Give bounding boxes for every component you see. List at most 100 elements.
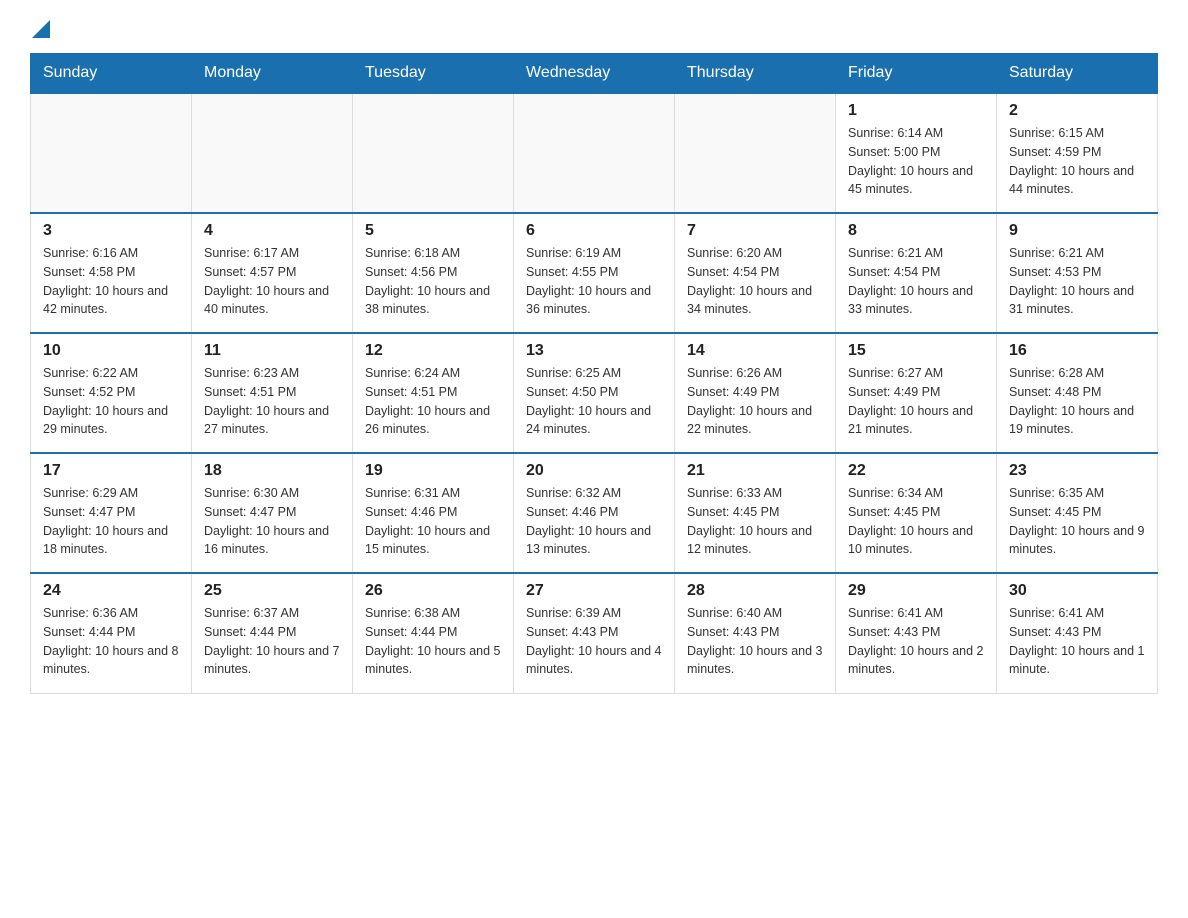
- calendar-cell: 20 Sunrise: 6:32 AMSunset: 4:46 PMDayligh…: [514, 453, 675, 573]
- day-number: 5: [365, 222, 501, 240]
- day-info: Sunrise: 6:41 AMSunset: 4:43 PMDaylight:…: [1009, 604, 1145, 679]
- day-number: 17: [43, 462, 179, 480]
- calendar-cell: 10 Sunrise: 6:22 AMSunset: 4:52 PMDayligh…: [31, 333, 192, 453]
- day-info: Sunrise: 6:30 AMSunset: 4:47 PMDaylight:…: [204, 484, 340, 559]
- calendar-cell: 19 Sunrise: 6:31 AMSunset: 4:46 PMDayligh…: [353, 453, 514, 573]
- calendar-table: SundayMondayTuesdayWednesdayThursdayFrid…: [30, 53, 1158, 694]
- day-number: 22: [848, 462, 984, 480]
- day-info: Sunrise: 6:31 AMSunset: 4:46 PMDaylight:…: [365, 484, 501, 559]
- calendar-cell: 28Sunrise: 6:40 AMSunset: 4:43 PMDayligh…: [675, 573, 836, 693]
- day-number: 4: [204, 222, 340, 240]
- day-number: 3: [43, 222, 179, 240]
- day-info: Sunrise: 6:22 AMSunset: 4:52 PMDaylight:…: [43, 364, 179, 439]
- calendar-cell: [31, 93, 192, 213]
- calendar-weekday-wednesday: Wednesday: [514, 54, 675, 94]
- calendar-weekday-monday: Monday: [192, 54, 353, 94]
- day-info: Sunrise: 6:35 AMSunset: 4:45 PMDaylight:…: [1009, 484, 1145, 559]
- day-number: 29: [848, 582, 984, 600]
- calendar-cell: 15 Sunrise: 6:27 AMSunset: 4:49 PMDayligh…: [836, 333, 997, 453]
- day-number: 23: [1009, 462, 1145, 480]
- day-info: Sunrise: 6:16 AMSunset: 4:58 PMDaylight:…: [43, 244, 179, 319]
- calendar-cell: 23 Sunrise: 6:35 AMSunset: 4:45 PMDayligh…: [997, 453, 1158, 573]
- calendar-cell: 17 Sunrise: 6:29 AMSunset: 4:47 PMDayligh…: [31, 453, 192, 573]
- day-info: Sunrise: 6:15 AMSunset: 4:59 PMDaylight:…: [1009, 124, 1145, 199]
- day-info: Sunrise: 6:24 AMSunset: 4:51 PMDaylight:…: [365, 364, 501, 439]
- day-number: 15: [848, 342, 984, 360]
- calendar-cell: 9 Sunrise: 6:21 AMSunset: 4:53 PMDaylight…: [997, 213, 1158, 333]
- day-info: Sunrise: 6:39 AMSunset: 4:43 PMDaylight:…: [526, 604, 662, 679]
- calendar-cell: 6 Sunrise: 6:19 AMSunset: 4:55 PMDaylight…: [514, 213, 675, 333]
- calendar-cell: 4 Sunrise: 6:17 AMSunset: 4:57 PMDaylight…: [192, 213, 353, 333]
- logo: [30, 20, 50, 43]
- calendar-cell: 16 Sunrise: 6:28 AMSunset: 4:48 PMDayligh…: [997, 333, 1158, 453]
- calendar-cell: 27 Sunrise: 6:39 AMSunset: 4:43 PMDayligh…: [514, 573, 675, 693]
- day-number: 16: [1009, 342, 1145, 360]
- calendar-cell: 12Sunrise: 6:24 AMSunset: 4:51 PMDayligh…: [353, 333, 514, 453]
- day-number: 24: [43, 582, 179, 600]
- calendar-week-row: 1 Sunrise: 6:14 AMSunset: 5:00 PMDaylight…: [31, 93, 1158, 213]
- calendar-weekday-tuesday: Tuesday: [353, 54, 514, 94]
- calendar-cell: [675, 93, 836, 213]
- day-number: 7: [687, 222, 823, 240]
- day-info: Sunrise: 6:19 AMSunset: 4:55 PMDaylight:…: [526, 244, 662, 319]
- day-info: Sunrise: 6:26 AMSunset: 4:49 PMDaylight:…: [687, 364, 823, 439]
- page-header: [30, 20, 1158, 43]
- day-number: 30: [1009, 582, 1145, 600]
- day-number: 20: [526, 462, 662, 480]
- day-info: Sunrise: 6:41 AMSunset: 4:43 PMDaylight:…: [848, 604, 984, 679]
- calendar-cell: 13 Sunrise: 6:25 AMSunset: 4:50 PMDayligh…: [514, 333, 675, 453]
- day-info: Sunrise: 6:38 AMSunset: 4:44 PMDaylight:…: [365, 604, 501, 679]
- day-info: Sunrise: 6:25 AMSunset: 4:50 PMDaylight:…: [526, 364, 662, 439]
- calendar-cell: [514, 93, 675, 213]
- calendar-header-row: SundayMondayTuesdayWednesdayThursdayFrid…: [31, 54, 1158, 94]
- calendar-weekday-sunday: Sunday: [31, 54, 192, 94]
- calendar-week-row: 10 Sunrise: 6:22 AMSunset: 4:52 PMDayligh…: [31, 333, 1158, 453]
- day-info: Sunrise: 6:40 AMSunset: 4:43 PMDaylight:…: [687, 604, 823, 679]
- day-info: Sunrise: 6:33 AMSunset: 4:45 PMDaylight:…: [687, 484, 823, 559]
- day-number: 10: [43, 342, 179, 360]
- calendar-cell: 3 Sunrise: 6:16 AMSunset: 4:58 PMDaylight…: [31, 213, 192, 333]
- calendar-cell: 5 Sunrise: 6:18 AMSunset: 4:56 PMDaylight…: [353, 213, 514, 333]
- calendar-week-row: 24 Sunrise: 6:36 AMSunset: 4:44 PMDayligh…: [31, 573, 1158, 693]
- calendar-cell: 29 Sunrise: 6:41 AMSunset: 4:43 PMDayligh…: [836, 573, 997, 693]
- logo-arrow-icon: [32, 20, 50, 38]
- day-number: 27: [526, 582, 662, 600]
- day-info: Sunrise: 6:36 AMSunset: 4:44 PMDaylight:…: [43, 604, 179, 679]
- day-number: 19: [365, 462, 501, 480]
- day-number: 9: [1009, 222, 1145, 240]
- day-info: Sunrise: 6:32 AMSunset: 4:46 PMDaylight:…: [526, 484, 662, 559]
- calendar-cell: [353, 93, 514, 213]
- day-number: 8: [848, 222, 984, 240]
- calendar-cell: 1 Sunrise: 6:14 AMSunset: 5:00 PMDaylight…: [836, 93, 997, 213]
- day-info: Sunrise: 6:14 AMSunset: 5:00 PMDaylight:…: [848, 124, 984, 199]
- calendar-cell: [192, 93, 353, 213]
- calendar-cell: 7Sunrise: 6:20 AMSunset: 4:54 PMDaylight…: [675, 213, 836, 333]
- calendar-cell: 26 Sunrise: 6:38 AMSunset: 4:44 PMDayligh…: [353, 573, 514, 693]
- calendar-cell: 11Sunrise: 6:23 AMSunset: 4:51 PMDayligh…: [192, 333, 353, 453]
- calendar-cell: 25Sunrise: 6:37 AMSunset: 4:44 PMDayligh…: [192, 573, 353, 693]
- calendar-header: SundayMondayTuesdayWednesdayThursdayFrid…: [31, 54, 1158, 94]
- day-number: 11: [204, 342, 340, 360]
- day-info: Sunrise: 6:21 AMSunset: 4:53 PMDaylight:…: [1009, 244, 1145, 319]
- calendar-weekday-thursday: Thursday: [675, 54, 836, 94]
- day-number: 13: [526, 342, 662, 360]
- day-info: Sunrise: 6:17 AMSunset: 4:57 PMDaylight:…: [204, 244, 340, 319]
- calendar-cell: 24 Sunrise: 6:36 AMSunset: 4:44 PMDayligh…: [31, 573, 192, 693]
- day-number: 26: [365, 582, 501, 600]
- day-number: 21: [687, 462, 823, 480]
- day-info: Sunrise: 6:21 AMSunset: 4:54 PMDaylight:…: [848, 244, 984, 319]
- day-info: Sunrise: 6:29 AMSunset: 4:47 PMDaylight:…: [43, 484, 179, 559]
- day-info: Sunrise: 6:18 AMSunset: 4:56 PMDaylight:…: [365, 244, 501, 319]
- day-number: 2: [1009, 102, 1145, 120]
- day-number: 25: [204, 582, 340, 600]
- day-info: Sunrise: 6:27 AMSunset: 4:49 PMDaylight:…: [848, 364, 984, 439]
- day-info: Sunrise: 6:28 AMSunset: 4:48 PMDaylight:…: [1009, 364, 1145, 439]
- day-info: Sunrise: 6:34 AMSunset: 4:45 PMDaylight:…: [848, 484, 984, 559]
- day-number: 1: [848, 102, 984, 120]
- calendar-weekday-friday: Friday: [836, 54, 997, 94]
- calendar-week-row: 3 Sunrise: 6:16 AMSunset: 4:58 PMDaylight…: [31, 213, 1158, 333]
- day-number: 6: [526, 222, 662, 240]
- calendar-cell: 30 Sunrise: 6:41 AMSunset: 4:43 PMDayligh…: [997, 573, 1158, 693]
- day-number: 18: [204, 462, 340, 480]
- calendar-cell: 21 Sunrise: 6:33 AMSunset: 4:45 PMDayligh…: [675, 453, 836, 573]
